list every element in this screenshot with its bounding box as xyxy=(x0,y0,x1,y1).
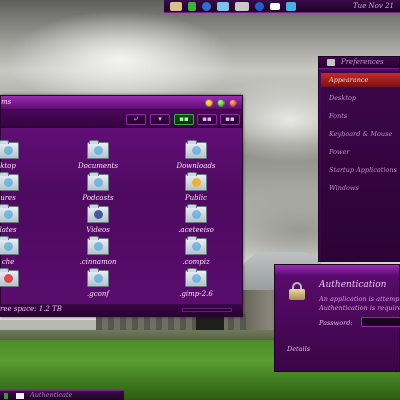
settings-window: Preferences Appearance Desktop Fonts Key… xyxy=(318,56,400,262)
battery-icon[interactable] xyxy=(235,1,249,11)
location-button[interactable]: ⤶ xyxy=(126,114,146,125)
file-label: Podcasts xyxy=(82,194,114,202)
file-label: .gimp-2.6 xyxy=(179,290,213,298)
dialog-message: An application is attempting xyxy=(319,295,400,303)
file-label: .aceteeiso xyxy=(178,226,214,234)
file-grid: ktop Documents Downloads ures Podcasts P… xyxy=(0,128,242,298)
file-label: Videos xyxy=(86,226,110,234)
public-folder-icon xyxy=(185,172,207,191)
globe-icon[interactable] xyxy=(202,1,211,11)
mail-icon[interactable] xyxy=(270,2,280,10)
file-manager-window: ms ⤶ ▾ ▪▪ ▪▪ ▪▪ ktop Documents Downloads… xyxy=(0,95,243,317)
free-space-label: ree space: 1.2 TB xyxy=(0,305,62,313)
file-manager-toolbar: ⤶ ▾ ▪▪ ▪▪ ▪▪ xyxy=(1,110,242,128)
file-label: .gconf xyxy=(87,290,109,298)
show-desktop-button[interactable] xyxy=(4,393,8,399)
volume-icon[interactable] xyxy=(286,1,296,11)
sidebar-item-power[interactable]: Power xyxy=(321,145,400,159)
minimize-button[interactable] xyxy=(205,99,213,107)
top-panel: Tue Nov 21 xyxy=(164,0,400,13)
file-item[interactable]: che xyxy=(0,236,43,266)
settings-titlebar[interactable]: Preferences xyxy=(319,57,399,69)
file-manager-titlebar[interactable]: ms xyxy=(1,96,242,110)
bluetooth-icon[interactable] xyxy=(255,1,264,11)
file-label: ures xyxy=(0,194,16,202)
folder-icon xyxy=(185,268,207,287)
folder-icon xyxy=(185,204,207,223)
sidebar-item-desktop[interactable]: Desktop xyxy=(321,91,400,105)
downloads-folder-icon xyxy=(185,140,207,159)
file-item[interactable]: .gconf xyxy=(63,268,133,298)
file-label: ktop xyxy=(0,162,16,170)
dialog-heading: Authentication xyxy=(319,280,387,290)
window-icon xyxy=(16,393,24,399)
close-button[interactable] xyxy=(229,99,237,107)
file-item[interactable]: Podcasts xyxy=(63,172,133,202)
sidebar-item-appearance[interactable]: Appearance xyxy=(321,73,400,87)
bottom-panel: Authenticate xyxy=(0,390,124,400)
settings-sidebar: Appearance Desktop Fonts Keyboard & Mous… xyxy=(321,71,400,261)
file-item[interactable]: Public xyxy=(161,172,231,202)
network-icon[interactable] xyxy=(217,1,229,11)
file-label: che xyxy=(1,258,15,266)
zoom-slider[interactable] xyxy=(182,308,232,312)
folder-icon xyxy=(185,236,207,255)
file-item[interactable]: Documents xyxy=(63,140,133,170)
file-label: .cinnamon xyxy=(79,258,117,266)
password-field[interactable] xyxy=(361,317,400,327)
folder-icon xyxy=(0,268,19,287)
file-item[interactable]: ures xyxy=(0,172,43,202)
chevron-down-icon[interactable]: ▾ xyxy=(150,114,170,125)
password-label: Password: xyxy=(319,319,353,327)
sidebar-item-startup-applications[interactable]: Startup Applications xyxy=(321,163,400,177)
authentication-dialog: Authentication An application is attempt… xyxy=(274,264,400,372)
dialog-message: Authentication is required xyxy=(319,304,400,312)
window-title: ms xyxy=(1,98,12,106)
compact-view-button[interactable]: ▪▪ xyxy=(220,114,240,125)
file-label: lates xyxy=(0,226,17,234)
documents-folder-icon xyxy=(87,140,109,159)
taskbar-item-authenticate[interactable]: Authenticate xyxy=(30,391,72,399)
sidebar-item-keyboard-mouse[interactable]: Keyboard & Mouse xyxy=(321,127,400,141)
green-indicator-icon[interactable] xyxy=(188,1,196,11)
details-expander[interactable]: Details xyxy=(287,345,310,353)
folder-icon xyxy=(87,236,109,255)
file-label: .compiz xyxy=(182,258,210,266)
file-label: Downloads xyxy=(176,162,216,170)
sidebar-item-windows[interactable]: Windows xyxy=(321,181,400,195)
file-label: Public xyxy=(184,194,208,202)
file-item[interactable]: Downloads xyxy=(161,140,231,170)
window-title: Preferences xyxy=(341,58,384,66)
file-item[interactable]: ktop xyxy=(0,140,43,170)
clock[interactable]: Tue Nov 21 xyxy=(353,2,394,10)
icon-view-button[interactable]: ▪▪ xyxy=(174,114,194,125)
file-label: Documents xyxy=(78,162,118,170)
maximize-button[interactable] xyxy=(217,99,225,107)
list-view-button[interactable]: ▪▪ xyxy=(197,114,217,125)
podcasts-folder-icon xyxy=(87,172,109,191)
file-item[interactable]: .gimp-2.6 xyxy=(161,268,231,298)
desktop-folder-icon xyxy=(0,140,19,159)
dialog-titlebar[interactable] xyxy=(275,265,399,275)
lock-icon xyxy=(287,282,307,300)
file-item[interactable]: Videos xyxy=(63,204,133,234)
sidebar-item-fonts[interactable]: Fonts xyxy=(321,109,400,123)
file-item[interactable] xyxy=(0,268,43,290)
status-bar: ree space: 1.2 TB xyxy=(0,304,243,316)
templates-folder-icon xyxy=(0,204,19,223)
folder-icon[interactable] xyxy=(170,1,182,11)
cache-folder-icon xyxy=(0,236,19,255)
file-item[interactable]: lates xyxy=(0,204,43,234)
pictures-folder-icon xyxy=(0,172,19,191)
folder-icon xyxy=(87,268,109,287)
file-item[interactable]: .cinnamon xyxy=(63,236,133,266)
file-item[interactable]: .compiz xyxy=(161,236,231,266)
videos-folder-icon xyxy=(87,204,109,223)
file-item[interactable]: .aceteeiso xyxy=(161,204,231,234)
settings-app-icon xyxy=(327,59,335,66)
